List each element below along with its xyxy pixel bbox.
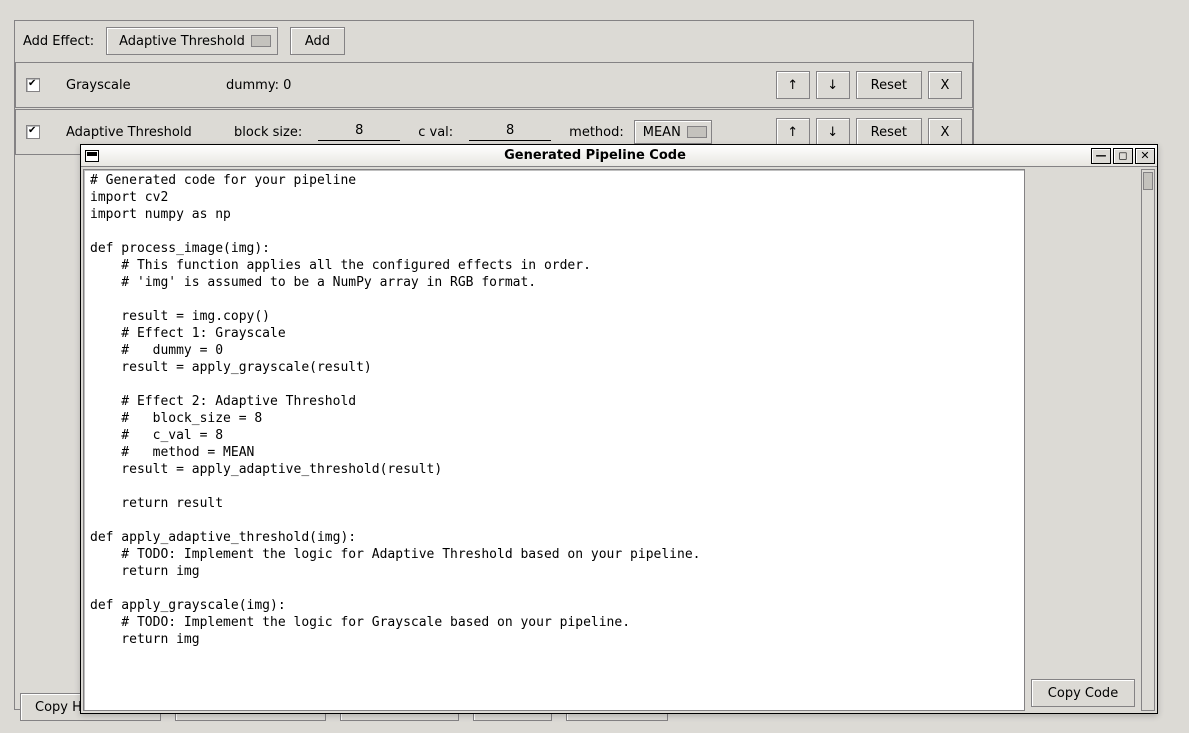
dialog-body: # Generated code for your pipeline impor… bbox=[81, 167, 1157, 713]
remove-button[interactable]: X bbox=[928, 118, 962, 146]
reset-button[interactable]: Reset bbox=[856, 118, 922, 146]
param-input-blocksize[interactable]: 8 bbox=[318, 123, 400, 141]
param-input-cval[interactable]: 8 bbox=[469, 123, 551, 141]
reset-button[interactable]: Reset bbox=[856, 71, 922, 99]
effect-select-dropdown[interactable]: Adaptive Threshold bbox=[106, 27, 278, 55]
move-up-button[interactable]: ↑ bbox=[776, 71, 810, 99]
effect-row: Grayscale dummy: 0 ↑ ↓ Reset X bbox=[15, 62, 973, 108]
copy-code-button[interactable]: Copy Code bbox=[1031, 679, 1135, 707]
minimize-button[interactable]: — bbox=[1091, 148, 1111, 164]
dialog-titlebar[interactable]: Generated Pipeline Code — ◻ ✕ bbox=[81, 145, 1157, 167]
add-effect-toolbar: Add Effect: Adaptive Threshold Add bbox=[15, 21, 973, 61]
system-menu-icon[interactable] bbox=[85, 150, 99, 162]
scrollbar-thumb[interactable] bbox=[1143, 172, 1153, 190]
effect-params: dummy: 0 bbox=[226, 78, 291, 93]
maximize-button[interactable]: ◻ bbox=[1113, 148, 1133, 164]
generated-code-textarea[interactable]: # Generated code for your pipeline impor… bbox=[83, 169, 1025, 711]
param-select-method-value: MEAN bbox=[643, 125, 681, 140]
add-effect-button[interactable]: Add bbox=[290, 27, 345, 55]
dropdown-arrow-icon bbox=[251, 35, 271, 47]
effect-name: Adaptive Threshold bbox=[66, 125, 216, 140]
effect-enabled-checkbox[interactable] bbox=[26, 78, 40, 92]
generated-code-dialog: Generated Pipeline Code — ◻ ✕ # Generate… bbox=[80, 144, 1158, 714]
param-label-cval: c val: bbox=[418, 125, 453, 140]
param-label-method: method: bbox=[569, 125, 624, 140]
effect-enabled-checkbox[interactable] bbox=[26, 125, 40, 139]
vertical-scrollbar[interactable] bbox=[1141, 169, 1155, 711]
remove-button[interactable]: X bbox=[928, 71, 962, 99]
effect-select-value: Adaptive Threshold bbox=[119, 34, 245, 49]
dropdown-arrow-icon bbox=[687, 126, 707, 138]
move-down-button[interactable]: ↓ bbox=[816, 118, 850, 146]
close-button[interactable]: ✕ bbox=[1135, 148, 1155, 164]
param-label-blocksize: block size: bbox=[234, 125, 302, 140]
dialog-side-buttons: Copy Code bbox=[1031, 169, 1135, 711]
add-effect-label: Add Effect: bbox=[23, 34, 94, 49]
effect-name: Grayscale bbox=[66, 78, 216, 93]
move-up-button[interactable]: ↑ bbox=[776, 118, 810, 146]
dialog-title: Generated Pipeline Code bbox=[99, 148, 1091, 163]
param-select-method[interactable]: MEAN bbox=[634, 120, 712, 144]
move-down-button[interactable]: ↓ bbox=[816, 71, 850, 99]
